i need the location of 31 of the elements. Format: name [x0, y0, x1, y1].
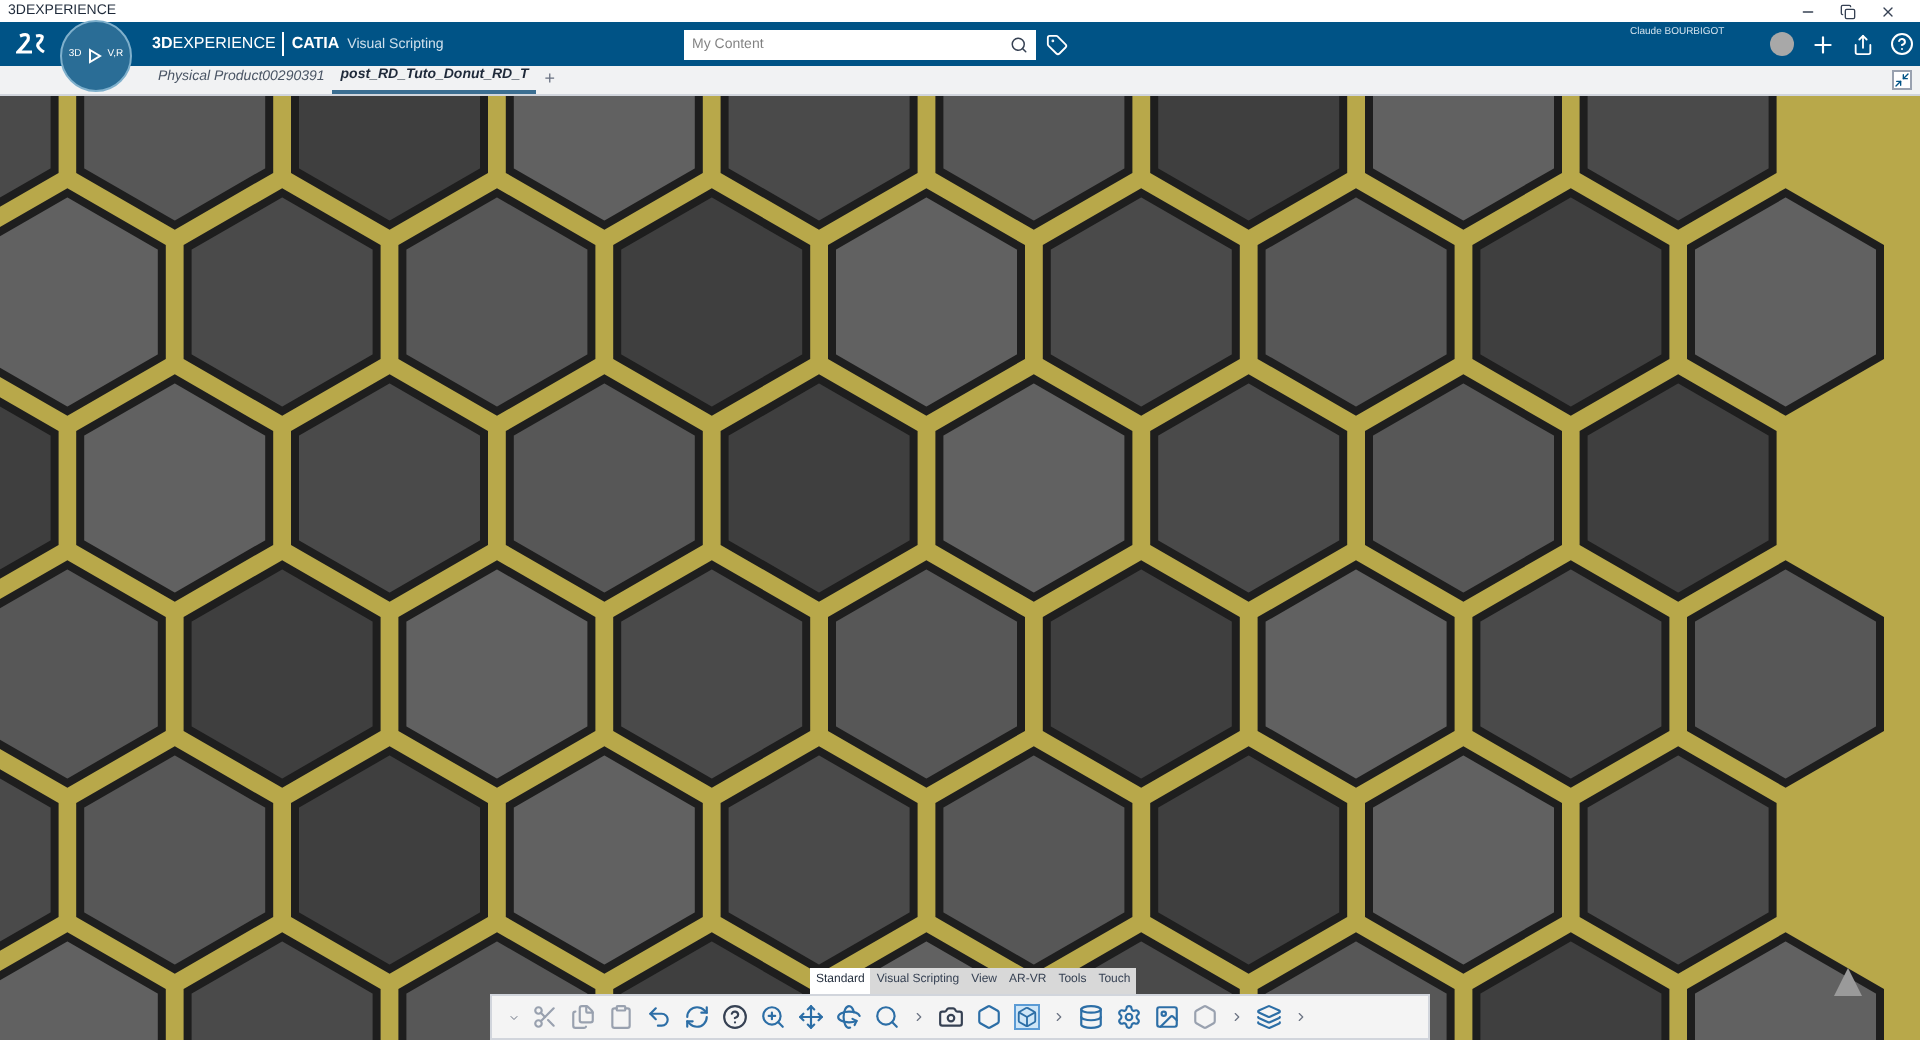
rotate-icon[interactable] [836, 1004, 862, 1030]
app-name: CATIA [291, 31, 340, 56]
restore-icon[interactable] [1840, 3, 1856, 19]
add-tab-button[interactable]: + [536, 65, 564, 94]
brand-title: 3DEXPERIENCE [152, 31, 284, 56]
image-icon[interactable] [1154, 1004, 1180, 1030]
close-icon[interactable] [1880, 3, 1896, 19]
search-icon[interactable] [1010, 35, 1028, 53]
hexagon-icon[interactable] [976, 1004, 1002, 1030]
help-icon[interactable] [722, 1004, 748, 1030]
cube-icon[interactable] [1014, 1004, 1040, 1030]
zoom-icon[interactable] [760, 1004, 786, 1030]
tag-icon[interactable] [1046, 33, 1068, 55]
play-icon [87, 48, 102, 64]
axis-triad-icon [1834, 968, 1862, 996]
pan-icon[interactable] [798, 1004, 824, 1030]
chevron-icon[interactable] [1294, 1010, 1308, 1024]
layers-icon[interactable] [1256, 1004, 1282, 1030]
chevron-icon[interactable] [912, 1010, 926, 1024]
gear-icon[interactable] [1116, 1004, 1142, 1030]
share-icon[interactable] [1852, 33, 1874, 55]
camera-icon[interactable] [938, 1004, 964, 1030]
chevron-icon[interactable] [1052, 1010, 1066, 1024]
add-icon[interactable] [1810, 31, 1836, 57]
refresh-icon[interactable] [684, 1004, 710, 1030]
magnifier-icon[interactable] [874, 1004, 900, 1030]
avatar[interactable] [1770, 32, 1794, 56]
undo-icon[interactable] [646, 1004, 672, 1030]
database-icon[interactable] [1078, 1004, 1104, 1030]
chevron-icon[interactable] [1230, 1010, 1244, 1024]
collapse-icon[interactable] [1892, 70, 1912, 90]
